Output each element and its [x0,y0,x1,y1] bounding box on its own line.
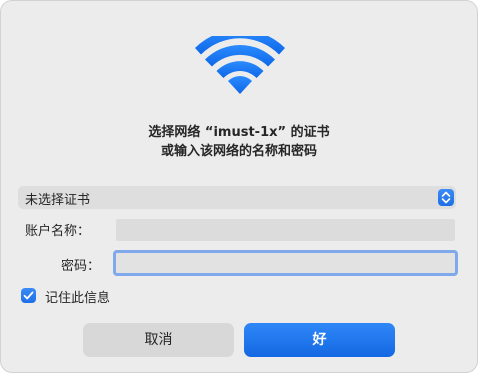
password-field[interactable] [113,250,458,276]
checkmark-icon [23,291,34,300]
password-label: 密码： [61,259,101,274]
cancel-button[interactable]: 取消 [83,323,234,357]
prompt-line-1: 选择网络 “imust-1x” 的证书 [148,125,330,140]
remember-label: 记住此信息 [45,291,111,306]
dialog-prompt: 选择网络 “imust-1x” 的证书 或输入该网络的名称和密码 [1,123,477,161]
wifi-icon [195,29,285,94]
account-name-label: 账户名称： [25,224,91,239]
certificate-select-value: 未选择证书 [25,193,91,208]
wifi-auth-dialog: 选择网络 “imust-1x” 的证书 或输入该网络的名称和密码 未选择证书 账… [0,0,478,373]
certificate-select[interactable]: 未选择证书 [18,186,456,209]
prompt-line-2: 或输入该网络的名称和密码 [160,144,317,159]
remember-checkbox[interactable] [21,288,36,303]
ok-button[interactable]: 好 [244,323,395,357]
chevron-up-down-icon[interactable] [438,189,454,206]
account-name-field[interactable] [116,219,455,241]
